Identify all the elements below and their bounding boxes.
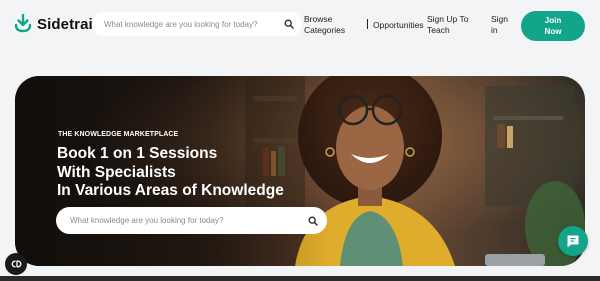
hero-search-bar [56, 207, 327, 234]
nav-search-input[interactable] [104, 19, 284, 29]
join-now-label: Join Now [545, 15, 562, 37]
nav-signup-label-2: Teach [427, 25, 450, 35]
hero-title-line-3: In Various Areas of Knowledge [57, 182, 284, 199]
sidetrain-logo-icon [14, 14, 32, 33]
chat-support-button[interactable] [558, 226, 588, 256]
nav-browse-categories[interactable]: Browse Categories [304, 14, 345, 36]
hero-title-line-2: With Specialists [57, 163, 176, 181]
nav-sign-in[interactable]: Sign in [491, 14, 508, 36]
search-icon[interactable] [284, 19, 294, 29]
nav-divider [367, 19, 368, 29]
nav-opportunities[interactable]: Opportunities [373, 20, 424, 31]
nav-browse-label-1: Browse [304, 14, 333, 24]
bottom-edge-bar [0, 276, 600, 281]
hero-search-input[interactable] [70, 216, 308, 225]
top-navigation: Sidetrain Browse Categories Opportunitie… [0, 0, 600, 52]
join-label-2: Now [544, 27, 562, 36]
nav-sign-up-to-teach[interactable]: Sign Up To Teach [427, 14, 468, 36]
logo[interactable]: Sidetrain [14, 14, 102, 34]
nav-signin-label-1: Sign [491, 14, 509, 24]
hero-title-line-1: Book 1 on 1 Sessions [57, 145, 218, 162]
chat-icon [567, 235, 579, 247]
nav-signin-label-2: in [491, 25, 498, 35]
join-now-button[interactable]: Join Now [521, 11, 585, 41]
nav-search-bar [92, 12, 302, 36]
join-label-1: Join [544, 16, 562, 25]
hero-banner: THE KNOWLEDGE MARKETPLACE Book 1 on 1 Se… [15, 76, 585, 266]
cookie-settings-icon [11, 260, 22, 268]
nav-signup-label-1: Sign Up To [427, 14, 469, 24]
nav-browse-label-2: Categories [304, 25, 346, 35]
hero-eyebrow: THE KNOWLEDGE MARKETPLACE [58, 131, 179, 138]
cookie-settings-button[interactable] [5, 253, 27, 275]
search-icon[interactable] [308, 216, 318, 226]
hero-title: Book 1 on 1 Sessions With Specialists In… [57, 145, 357, 201]
